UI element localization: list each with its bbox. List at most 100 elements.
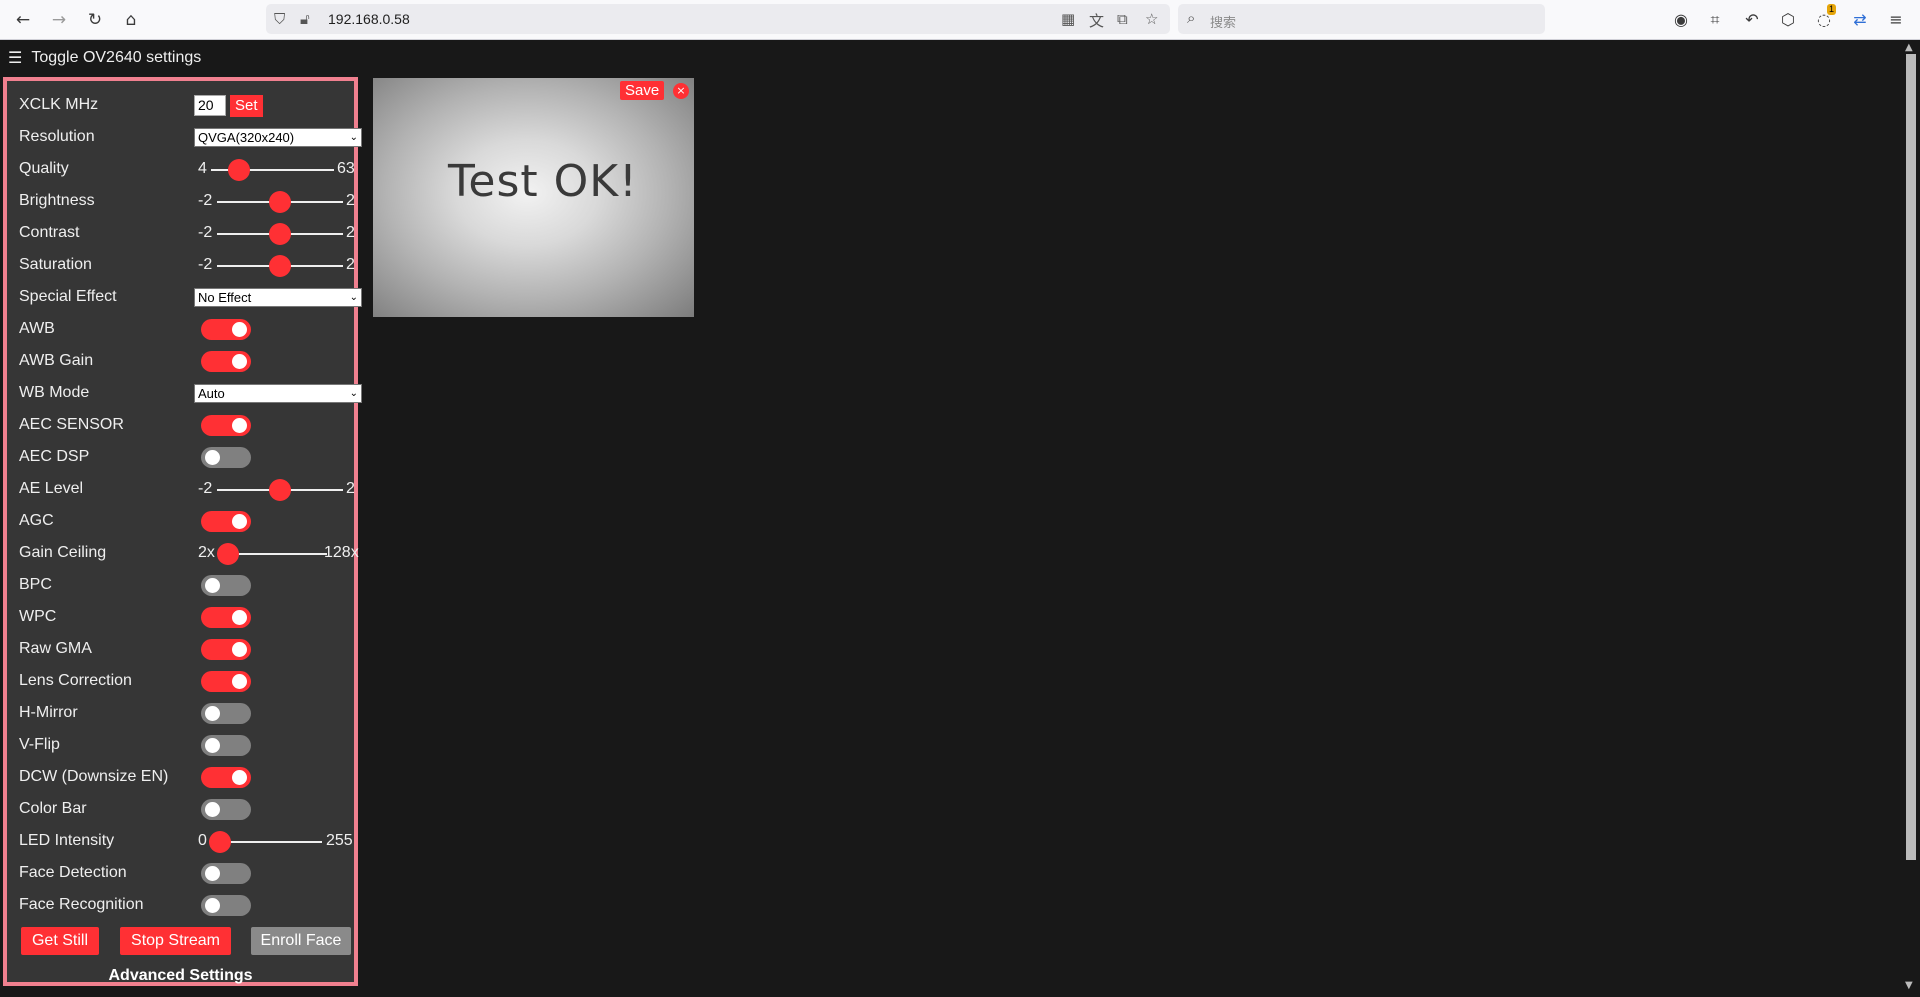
toggle-knob xyxy=(232,770,247,785)
scroll-up-icon[interactable]: ▲ xyxy=(1905,42,1913,53)
wpc-toggle[interactable] xyxy=(201,607,251,628)
v-flip-label: V-Flip xyxy=(19,736,60,753)
resolution-select[interactable]: QVGA(320x240) ⌄ xyxy=(194,128,362,147)
page-scrollbar[interactable]: ▲ ▼ xyxy=(1902,40,1920,997)
color-bar-label: Color Bar xyxy=(19,800,87,817)
home-icon[interactable]: ⌂ xyxy=(119,8,143,32)
close-stream-icon[interactable]: × xyxy=(673,83,689,99)
h-mirror-label: H-Mirror xyxy=(19,704,78,721)
url-text[interactable]: 192.168.0.58 xyxy=(328,11,410,27)
wb-mode-select[interactable]: Auto ⌄ xyxy=(194,384,362,403)
notification-badge: 1 xyxy=(1827,4,1837,15)
special-effect-select[interactable]: No Effect ⌄ xyxy=(194,288,362,307)
awb-gain-toggle[interactable] xyxy=(201,351,251,372)
saturation-slider-thumb[interactable] xyxy=(269,255,291,277)
special-effect-label: Special Effect xyxy=(19,288,117,305)
face-recognition-toggle[interactable] xyxy=(201,895,251,916)
wb-mode-value: Auto xyxy=(198,386,225,401)
settings-toggle-label[interactable]: Toggle OV2640 settings xyxy=(31,49,201,67)
chevron-down-icon: ⌄ xyxy=(349,388,358,399)
scroll-down-icon[interactable]: ▼ xyxy=(1905,980,1913,991)
h-mirror-toggle[interactable] xyxy=(201,703,251,724)
awb-toggle[interactable] xyxy=(201,319,251,340)
bookmark-star-icon[interactable]: ☆ xyxy=(1145,10,1158,28)
face-detection-toggle[interactable] xyxy=(201,863,251,884)
quality-max: 63 xyxy=(337,160,355,177)
xclk-set-button[interactable]: Set xyxy=(230,95,263,117)
reload-icon[interactable]: ↻ xyxy=(83,8,107,32)
v-flip-toggle[interactable] xyxy=(201,735,251,756)
search-icon: ⌕ xyxy=(1187,9,1196,27)
screenshot-crop-icon[interactable]: ⌗ xyxy=(1704,9,1726,31)
awb-label: AWB xyxy=(19,320,55,337)
setting-wpc: WPC xyxy=(15,605,355,629)
insecure-lock-icon[interactable]: 🔓︎ xyxy=(300,10,310,28)
toggle-knob xyxy=(232,514,247,529)
setting-awb-gain: AWB Gain xyxy=(15,349,355,373)
brightness-slider-thumb[interactable] xyxy=(269,191,291,213)
quality-label: Quality xyxy=(19,160,69,177)
translator-extension-icon[interactable]: ⇄ xyxy=(1849,9,1871,31)
aec-sensor-toggle[interactable] xyxy=(201,415,251,436)
led-intensity-label: LED Intensity xyxy=(19,832,115,849)
quality-min: 4 xyxy=(198,160,207,177)
raw-gma-toggle[interactable] xyxy=(201,639,251,660)
xclk-input[interactable]: 20 xyxy=(194,95,226,116)
enroll-face-button[interactable]: Enroll Face xyxy=(251,927,351,955)
toggle-knob xyxy=(205,450,220,465)
setting-h-mirror: H-Mirror xyxy=(15,701,355,725)
toggle-knob xyxy=(232,674,247,689)
settings-toggle[interactable]: ☰ Toggle OV2640 settings xyxy=(8,48,201,67)
setting-v-flip: V-Flip xyxy=(15,733,355,757)
agc-toggle[interactable] xyxy=(201,511,251,532)
chevron-down-icon: ⌄ xyxy=(349,292,358,303)
saturation-max: 2 xyxy=(346,256,355,273)
account-icon[interactable]: ◉ xyxy=(1670,9,1692,31)
menu-icon[interactable]: ≡ xyxy=(1885,9,1907,31)
qr-code-icon[interactable]: ▦ xyxy=(1061,10,1075,28)
stop-stream-button[interactable]: Stop Stream xyxy=(120,927,231,955)
color-bar-toggle[interactable] xyxy=(201,799,251,820)
setting-resolution: Resolution QVGA(320x240) ⌄ xyxy=(15,125,362,149)
forward-icon[interactable]: → xyxy=(47,8,71,32)
setting-xclk: XCLK MHz 20 Set xyxy=(15,93,355,117)
lens-correction-label: Lens Correction xyxy=(19,672,132,689)
setting-face-detection: Face Detection xyxy=(15,861,355,885)
brightness-max: 2 xyxy=(346,192,355,209)
hamburger-icon[interactable]: ☰ xyxy=(8,48,22,67)
dcw-toggle[interactable] xyxy=(201,767,251,788)
led-intensity-slider-thumb[interactable] xyxy=(209,831,231,853)
gain-ceiling-min: 2x xyxy=(198,544,215,561)
toggle-knob xyxy=(205,802,220,817)
shield-icon[interactable]: ⛉ xyxy=(274,10,285,28)
quality-slider-thumb[interactable] xyxy=(228,159,250,181)
ae-level-slider-thumb[interactable] xyxy=(269,479,291,501)
aec-dsp-toggle[interactable] xyxy=(201,447,251,468)
led-intensity-max: 255 xyxy=(326,832,353,849)
url-bar[interactable]: ⛉ 🔓︎ 192.168.0.58 ▦ 文 ⧉ ☆ xyxy=(266,4,1170,34)
undo-icon[interactable]: ↶ xyxy=(1741,9,1763,31)
xclk-label: XCLK MHz xyxy=(19,96,99,113)
gain-ceiling-slider-thumb[interactable] xyxy=(217,543,239,565)
scroll-thumb[interactable] xyxy=(1906,54,1916,860)
setting-led-intensity: LED Intensity 0 255 xyxy=(15,829,355,853)
wpc-label: WPC xyxy=(19,608,57,625)
led-intensity-min: 0 xyxy=(198,832,207,849)
stream-text: Test OK! xyxy=(448,156,638,207)
lens-correction-toggle[interactable] xyxy=(201,671,251,692)
setting-aec-dsp: AEC DSP xyxy=(15,445,355,469)
brightness-min: -2 xyxy=(198,192,213,209)
contrast-slider-thumb[interactable] xyxy=(269,223,291,245)
saturation-min: -2 xyxy=(198,256,213,273)
bpc-toggle[interactable] xyxy=(201,575,251,596)
saturation-label: Saturation xyxy=(19,256,92,273)
back-icon[interactable]: ← xyxy=(11,8,35,32)
save-still-button[interactable]: Save xyxy=(620,81,665,100)
search-bar[interactable]: ⌕ 搜索 xyxy=(1178,4,1545,34)
setting-contrast: Contrast -2 2 xyxy=(15,221,355,245)
extensions-icon[interactable]: ⬡ xyxy=(1777,9,1799,31)
translate-icon[interactable]: 文 xyxy=(1089,10,1104,31)
page-translate-icon[interactable]: ⧉ xyxy=(1117,10,1128,28)
advanced-settings-toggle[interactable]: Advanced Settings xyxy=(7,967,354,985)
get-still-button[interactable]: Get Still xyxy=(21,927,99,955)
